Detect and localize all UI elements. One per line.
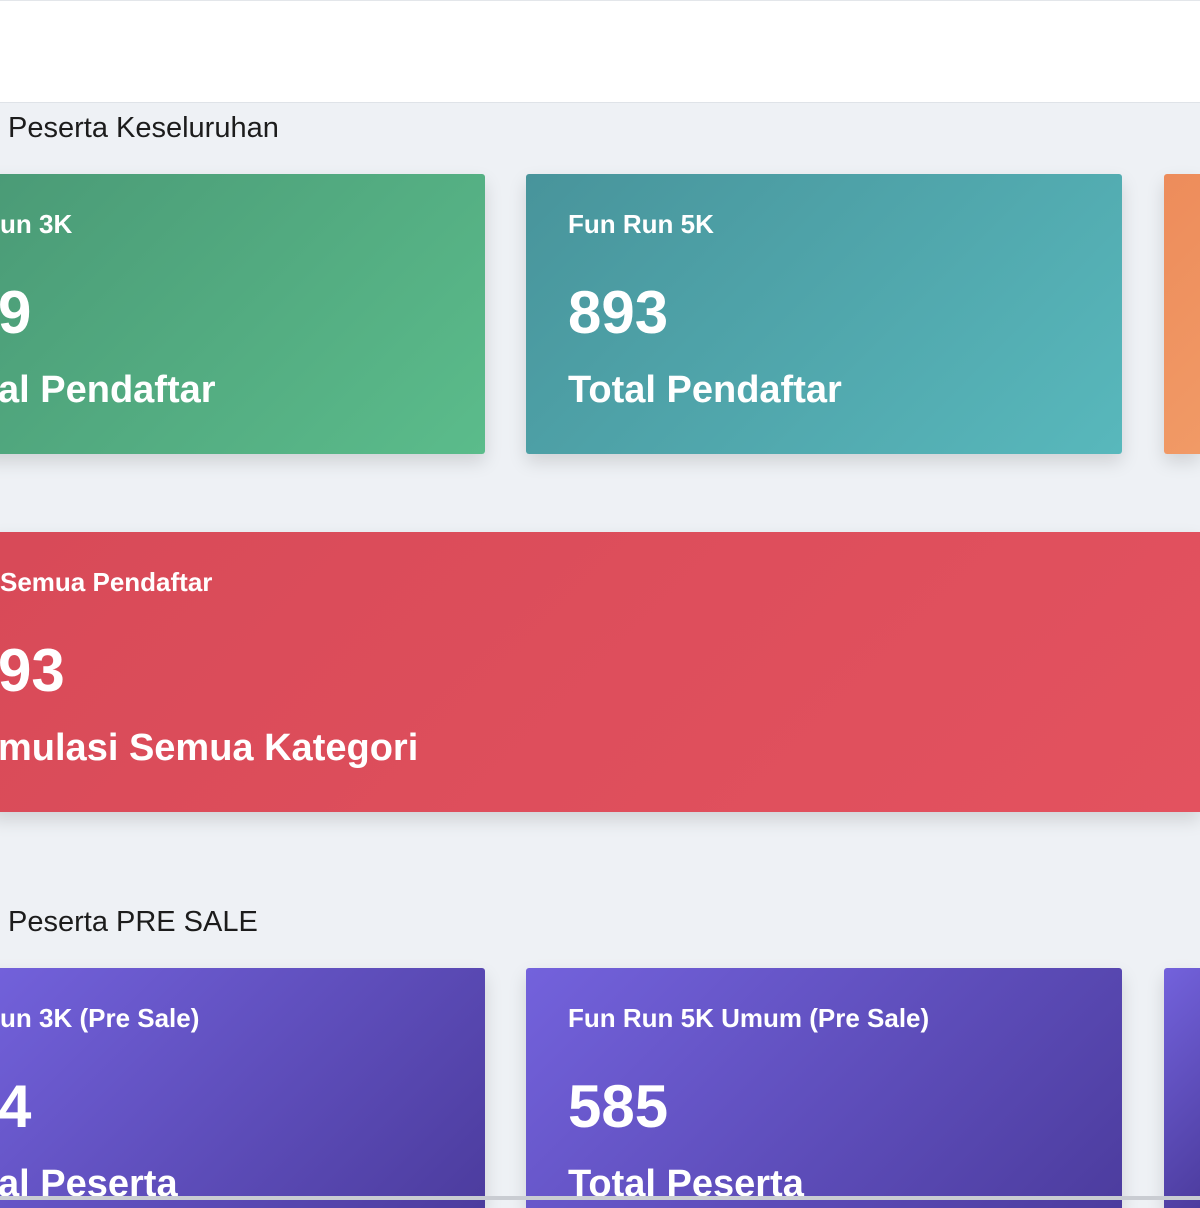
card-description: al Pendaftar xyxy=(0,369,216,411)
card-description: Total Pendaftar xyxy=(568,369,842,411)
card-value: 893 xyxy=(568,279,669,346)
bottom-edge xyxy=(0,1196,1200,1200)
card-fun-run-3k[interactable]: un 3K 9 al Pendaftar xyxy=(0,174,485,454)
card-semua-pendaftar[interactable]: Semua Pendaftar 93 mulasi Semua Kategori xyxy=(0,532,1200,812)
card-value: 93 xyxy=(0,637,65,704)
section-title-overall: Peserta Keseluruhan xyxy=(8,112,279,144)
card-fun-run-5k[interactable]: Fun Run 5K 893 Total Pendaftar xyxy=(526,174,1122,454)
card-partial-orange[interactable] xyxy=(1164,174,1200,454)
card-description: mulasi Semua Kategori xyxy=(0,727,419,769)
card-label: un 3K (Pre Sale) xyxy=(0,1003,200,1033)
card-partial-purple[interactable] xyxy=(1164,968,1200,1208)
card-value: 9 xyxy=(0,279,32,346)
card-label: Fun Run 5K Umum (Pre Sale) xyxy=(568,1003,930,1033)
card-fun-run-3k-presale[interactable]: un 3K (Pre Sale) 4 al Peserta xyxy=(0,968,485,1208)
card-value: 585 xyxy=(568,1073,669,1140)
card-label: Semua Pendaftar xyxy=(0,567,213,597)
section-title-presale: Peserta PRE SALE xyxy=(8,906,258,938)
card-label: Fun Run 5K xyxy=(568,209,714,239)
card-label: un 3K xyxy=(0,209,73,239)
card-value: 4 xyxy=(0,1073,32,1140)
top-navbar xyxy=(0,0,1200,103)
card-fun-run-5k-umum-presale[interactable]: Fun Run 5K Umum (Pre Sale) 585 Total Pes… xyxy=(526,968,1122,1208)
